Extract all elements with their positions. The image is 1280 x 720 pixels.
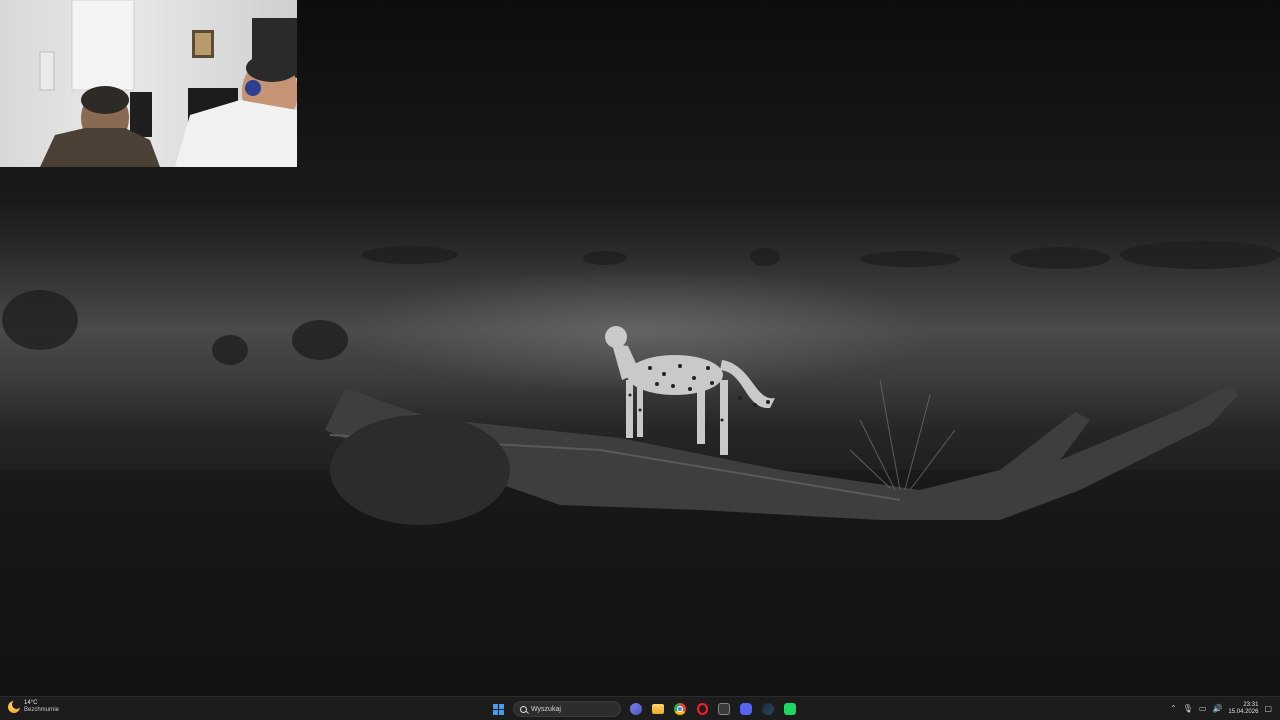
taskbar-center: Wyszukaj (487, 699, 801, 719)
taskbar-app-steam[interactable] (757, 699, 779, 719)
notifications-icon[interactable]: ▢ (1264, 705, 1272, 713)
search-icon (520, 705, 527, 713)
chevron-up-icon[interactable]: ⌃ (1170, 705, 1177, 713)
taskbar-app-discord[interactable] (735, 699, 757, 719)
taskbar-app-other[interactable] (779, 699, 801, 719)
clock[interactable]: 23:31 15.04.2026 (1228, 702, 1258, 716)
taskbar-app-opera[interactable] (691, 699, 713, 719)
weather-temperature: 14°C (24, 700, 38, 706)
volume-icon[interactable]: 🔊 (1212, 705, 1222, 713)
taskbar-app-teams[interactable] (625, 699, 647, 719)
weather-widget[interactable]: 14°C Bezchmurnie (8, 700, 59, 714)
steam-icon (762, 703, 774, 715)
discord-icon (740, 703, 752, 715)
clock-time: 23:31 (1243, 702, 1259, 708)
taskbar-search[interactable]: Wyszukaj (513, 701, 621, 717)
webcam-overlay (0, 0, 297, 167)
taskbar-app-explorer[interactable] (647, 699, 669, 719)
file-explorer-icon (652, 704, 664, 714)
windows-start-icon (492, 703, 504, 715)
taskbar: 14°C Bezchmurnie Wyszukaj ⌃ 🎙 ▭ 🔊 23:31 … (0, 696, 1280, 720)
taskbar-app-chrome[interactable] (669, 699, 691, 719)
app-icon (784, 703, 796, 715)
weather-condition: Bezchmurnie (24, 707, 60, 713)
opera-icon (696, 703, 708, 715)
system-tray: ⌃ 🎙 ▭ 🔊 23:31 15.04.2026 ▢ (1170, 700, 1272, 718)
chrome-icon (674, 703, 686, 715)
clock-date: 15.04.2026 (1228, 709, 1259, 715)
network-icon[interactable]: ▭ (1199, 705, 1207, 713)
start-button[interactable] (487, 699, 509, 719)
weather-text: 14°C Bezchmurnie (24, 700, 59, 714)
xbox-icon (718, 703, 730, 715)
microphone-icon[interactable]: 🎙 (1183, 705, 1193, 713)
taskbar-app-xbox[interactable] (713, 699, 735, 719)
search-placeholder: Wyszukaj (531, 705, 561, 713)
webcam-feed-image (39, 0, 297, 167)
teams-icon (630, 703, 642, 715)
moon-weather-icon (8, 700, 21, 713)
